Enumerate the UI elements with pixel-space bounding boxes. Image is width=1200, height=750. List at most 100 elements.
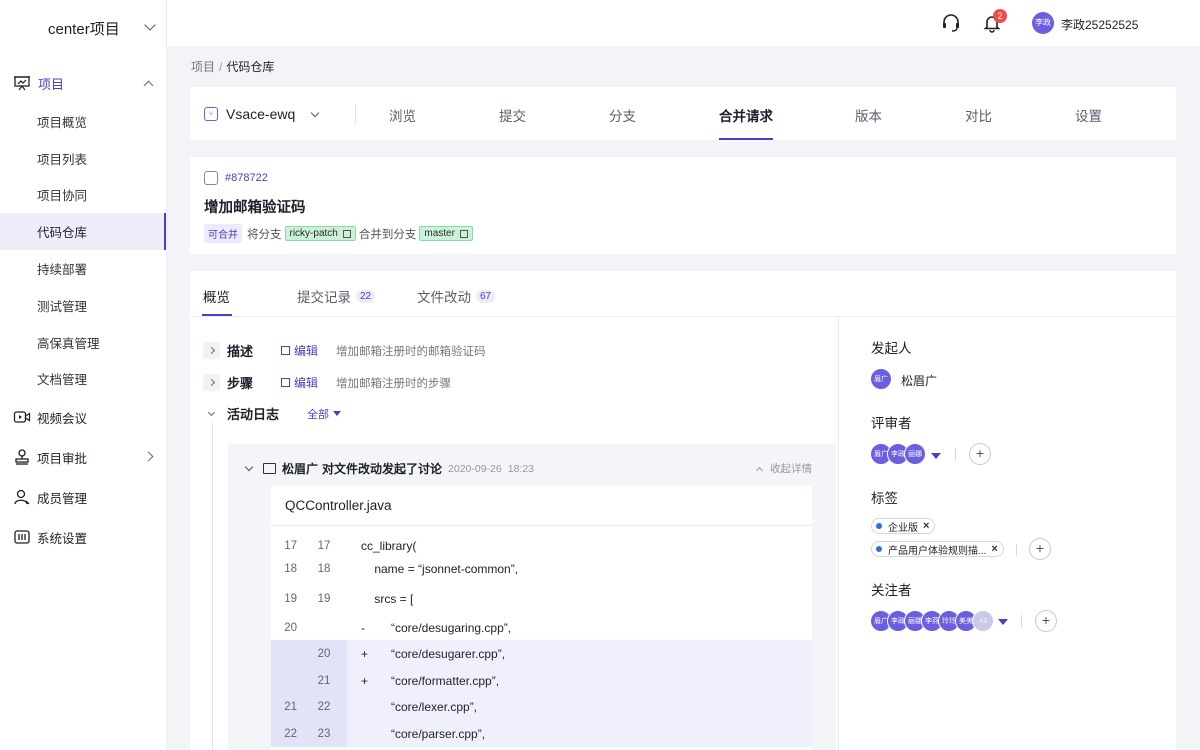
initiator-title: 发起人 xyxy=(871,341,912,356)
mr-detail-card: 概览 提交记录 22 文件改动 67 描述 编辑 增加邮箱注册时的邮箱验证码 步骤 … xyxy=(190,271,1176,750)
chevron-right-icon xyxy=(207,378,216,387)
avatar[interactable]: 李政 xyxy=(1032,12,1054,34)
sidebar-item-docs[interactable]: 文档管理 xyxy=(0,361,166,398)
caret-down-icon[interactable] xyxy=(931,453,941,459)
breadcrumb-current: 代码仓库 xyxy=(226,60,275,74)
sidebar-group-project[interactable]: 项目 xyxy=(0,63,166,103)
sidebar-item-label: 成员管理 xyxy=(37,491,88,506)
notification-badge: 2 xyxy=(993,9,1007,23)
add-reviewer-button[interactable]: + xyxy=(969,443,991,465)
label-dot xyxy=(876,546,882,552)
sidebar-item-approval[interactable]: 项目审批 xyxy=(0,437,166,477)
sidebar-item-collab[interactable]: 项目协同 xyxy=(0,177,166,214)
merge-request-icon xyxy=(204,171,218,185)
code-text: “core/formatter.cpp”, xyxy=(361,673,500,688)
target-branch-tag[interactable]: master xyxy=(419,226,473,241)
diff-line: 18 18 name = “jsonnet-common”, xyxy=(271,557,812,580)
edit-label: 编辑 xyxy=(294,344,319,358)
code-text: srcs = [ xyxy=(361,591,414,606)
sidebar-item-video[interactable]: 视频会议 xyxy=(0,397,166,437)
label-dot xyxy=(876,523,882,529)
copy-icon[interactable] xyxy=(459,229,468,238)
add-watcher-button[interactable]: + xyxy=(1035,610,1057,632)
new-line-number: 20 xyxy=(317,647,331,660)
reviewers-title: 评审者 xyxy=(871,416,912,431)
user-name[interactable]: 李政25252525 xyxy=(1061,16,1138,33)
chevron-up-icon xyxy=(143,80,154,91)
sidebar-item-code-repo[interactable]: 代码仓库 xyxy=(0,213,166,251)
page-title: 增加邮箱验证码 xyxy=(204,200,306,216)
labels-title: 标签 xyxy=(871,491,898,506)
count-badge: 22 xyxy=(356,289,376,303)
tab-compare[interactable]: 对比 xyxy=(965,105,992,125)
steps-text: 增加邮箱注册时的步骤 xyxy=(336,377,452,390)
tab-branches[interactable]: 分支 xyxy=(609,105,636,125)
headset-icon[interactable] xyxy=(941,13,961,33)
sidebar-item-test[interactable]: 测试管理 xyxy=(0,287,166,324)
repo-selector[interactable]: ⑂ Vsace-ewq xyxy=(204,106,320,122)
tab-commits[interactable]: 提交 xyxy=(499,105,526,125)
expand-toggle[interactable] xyxy=(203,342,220,359)
activity-user[interactable]: 松眉广 xyxy=(282,460,318,477)
new-line-number: 23 xyxy=(317,727,331,740)
edit-description-button[interactable]: 编辑 xyxy=(281,342,318,359)
project-switcher[interactable]: center项目 xyxy=(0,0,166,56)
sliders-icon xyxy=(13,528,31,546)
section-label: 步骤 xyxy=(227,376,254,391)
project-name: center项目 xyxy=(48,20,120,38)
sidebar-item-hifi[interactable]: 高保真管理 xyxy=(0,324,166,361)
activity-filter[interactable]: 全部 xyxy=(307,406,341,422)
initiator-name: 松眉广 xyxy=(901,374,938,388)
source-branch-tag[interactable]: ricky-patch xyxy=(284,226,356,241)
description-row: 描述 编辑 增加邮箱注册时的邮箱验证码 xyxy=(203,341,486,360)
source-branch-name: ricky-patch xyxy=(289,228,338,239)
breadcrumb-root[interactable]: 项目 xyxy=(191,60,215,74)
sidebar-item-deploy[interactable]: 持续部署 xyxy=(0,250,166,287)
sidebar-item-overview[interactable]: 项目概览 xyxy=(0,103,166,140)
diff-line: 21 22 “core/lexer.cpp”, xyxy=(271,693,812,720)
tab-settings[interactable]: 设置 xyxy=(1075,105,1102,125)
chevron-up-icon xyxy=(755,466,764,474)
presentation-icon xyxy=(13,74,31,92)
branch-icon: ⑂ xyxy=(204,107,218,121)
tab-overview[interactable]: 概览 xyxy=(203,286,230,306)
chevron-down-icon xyxy=(311,108,320,117)
sidebar-item-list[interactable]: 项目列表 xyxy=(0,140,166,177)
watchers-title: 关注者 xyxy=(871,583,912,598)
collapse-toggle[interactable] xyxy=(203,405,220,422)
chevron-right-icon xyxy=(143,451,154,462)
sidebar-item-label: 视频会议 xyxy=(37,411,88,426)
remove-label-icon[interactable]: × xyxy=(923,520,929,532)
sidebar-item-settings[interactable]: 系统设置 xyxy=(0,517,166,557)
remove-label-icon[interactable]: × xyxy=(991,543,997,555)
sidebar-group-label: 项目 xyxy=(38,76,65,92)
add-label-button[interactable]: + xyxy=(1029,538,1051,560)
copy-icon[interactable] xyxy=(342,229,351,238)
file-comment-icon xyxy=(263,463,276,474)
tab-versions[interactable]: 版本 xyxy=(855,105,882,125)
expand-toggle[interactable] xyxy=(203,374,220,391)
steps-row: 步骤 编辑 增加邮箱注册时的步骤 xyxy=(203,373,451,392)
divider xyxy=(355,104,356,124)
caret-down-icon[interactable] xyxy=(998,619,1008,625)
chevron-down-icon xyxy=(144,19,156,31)
old-line-number: 17 xyxy=(284,539,297,552)
tab-commit-log[interactable]: 提交记录 22 xyxy=(297,286,376,306)
diff-line: 17 17 cc_library( xyxy=(271,534,812,557)
tab-label: 文件改动 xyxy=(417,290,471,305)
chevron-down-icon[interactable] xyxy=(244,462,254,471)
edit-steps-button[interactable]: 编辑 xyxy=(281,374,318,391)
collapse-details-button[interactable]: 收起详情 xyxy=(755,461,812,476)
sidebar-item-members[interactable]: 成员管理 xyxy=(0,477,166,517)
label-text: 产品用户体验规则描... xyxy=(888,545,987,557)
activity-date: 2020-09-26 xyxy=(448,462,502,475)
avatar[interactable]: 丽娜 xyxy=(904,443,926,465)
tab-browse[interactable]: 浏览 xyxy=(389,105,416,125)
timeline-line xyxy=(212,423,213,750)
tab-merge-requests[interactable]: 合并请求 xyxy=(719,105,773,125)
diff-file-name[interactable]: QCController.java xyxy=(271,486,812,526)
avatar[interactable]: 眉广 xyxy=(870,368,892,390)
avatar[interactable]: +3 xyxy=(972,610,994,632)
status-badge: 可合并 xyxy=(204,224,242,243)
tab-file-changes[interactable]: 文件改动 67 xyxy=(417,286,496,306)
